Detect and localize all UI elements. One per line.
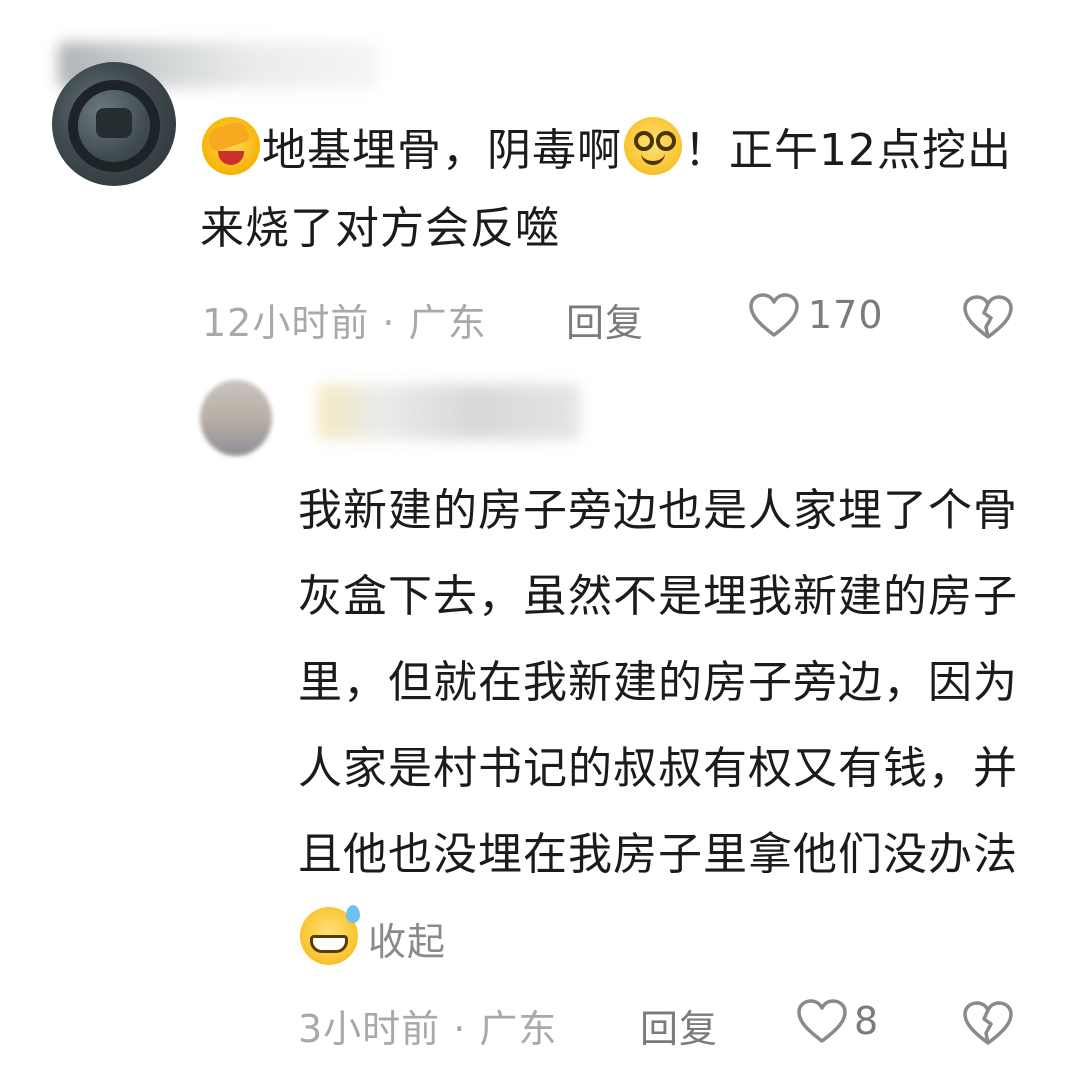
wheel-hub-graphic bbox=[96, 108, 132, 138]
heart-outline-icon bbox=[796, 998, 848, 1044]
dislike-button[interactable] bbox=[962, 294, 1014, 340]
reply-button[interactable]: 回复 bbox=[640, 998, 718, 1053]
smile-emoji-icon bbox=[624, 117, 682, 175]
avatar[interactable] bbox=[200, 380, 272, 456]
like-count: 8 bbox=[854, 999, 880, 1043]
broken-heart-icon bbox=[962, 294, 1014, 340]
comment-time-location: 12小时前 · 广东 bbox=[202, 301, 487, 345]
avatar[interactable] bbox=[52, 62, 176, 186]
facepalm-emoji-icon bbox=[202, 117, 260, 175]
sweat-grin-emoji-icon bbox=[300, 905, 360, 965]
collapse-link[interactable]: 收起 bbox=[368, 920, 446, 964]
comment-time-location: 3小时前 · 广东 bbox=[298, 1007, 558, 1051]
comment-thread: 地基埋骨，阴毒啊 ！正午12点挖出来烧了对方会反噬 12小时前 · 广东 回复 1… bbox=[0, 0, 1080, 1084]
broken-heart-icon bbox=[962, 1000, 1014, 1046]
like-button[interactable]: 170 bbox=[748, 292, 884, 338]
comment-text: 我新建的房子旁边也是人家埋了个骨灰盒下去，虽然不是埋我新建的房子里，但就在我新建… bbox=[298, 485, 1018, 880]
comment-body: 我新建的房子旁边也是人家埋了个骨灰盒下去，虽然不是埋我新建的房子里，但就在我新建… bbox=[298, 468, 1038, 985]
like-button[interactable]: 8 bbox=[796, 998, 879, 1044]
reply-button[interactable]: 回复 bbox=[566, 292, 644, 347]
heart-outline-icon bbox=[748, 292, 800, 338]
blurred-username bbox=[318, 384, 580, 440]
comment-body: 地基埋骨，阴毒啊 ！正午12点挖出来烧了对方会反噬 bbox=[200, 112, 1020, 268]
like-count: 170 bbox=[808, 293, 884, 337]
comment-text-part1: 地基埋骨，阴毒啊 bbox=[262, 125, 622, 176]
dislike-button[interactable] bbox=[962, 1000, 1014, 1046]
